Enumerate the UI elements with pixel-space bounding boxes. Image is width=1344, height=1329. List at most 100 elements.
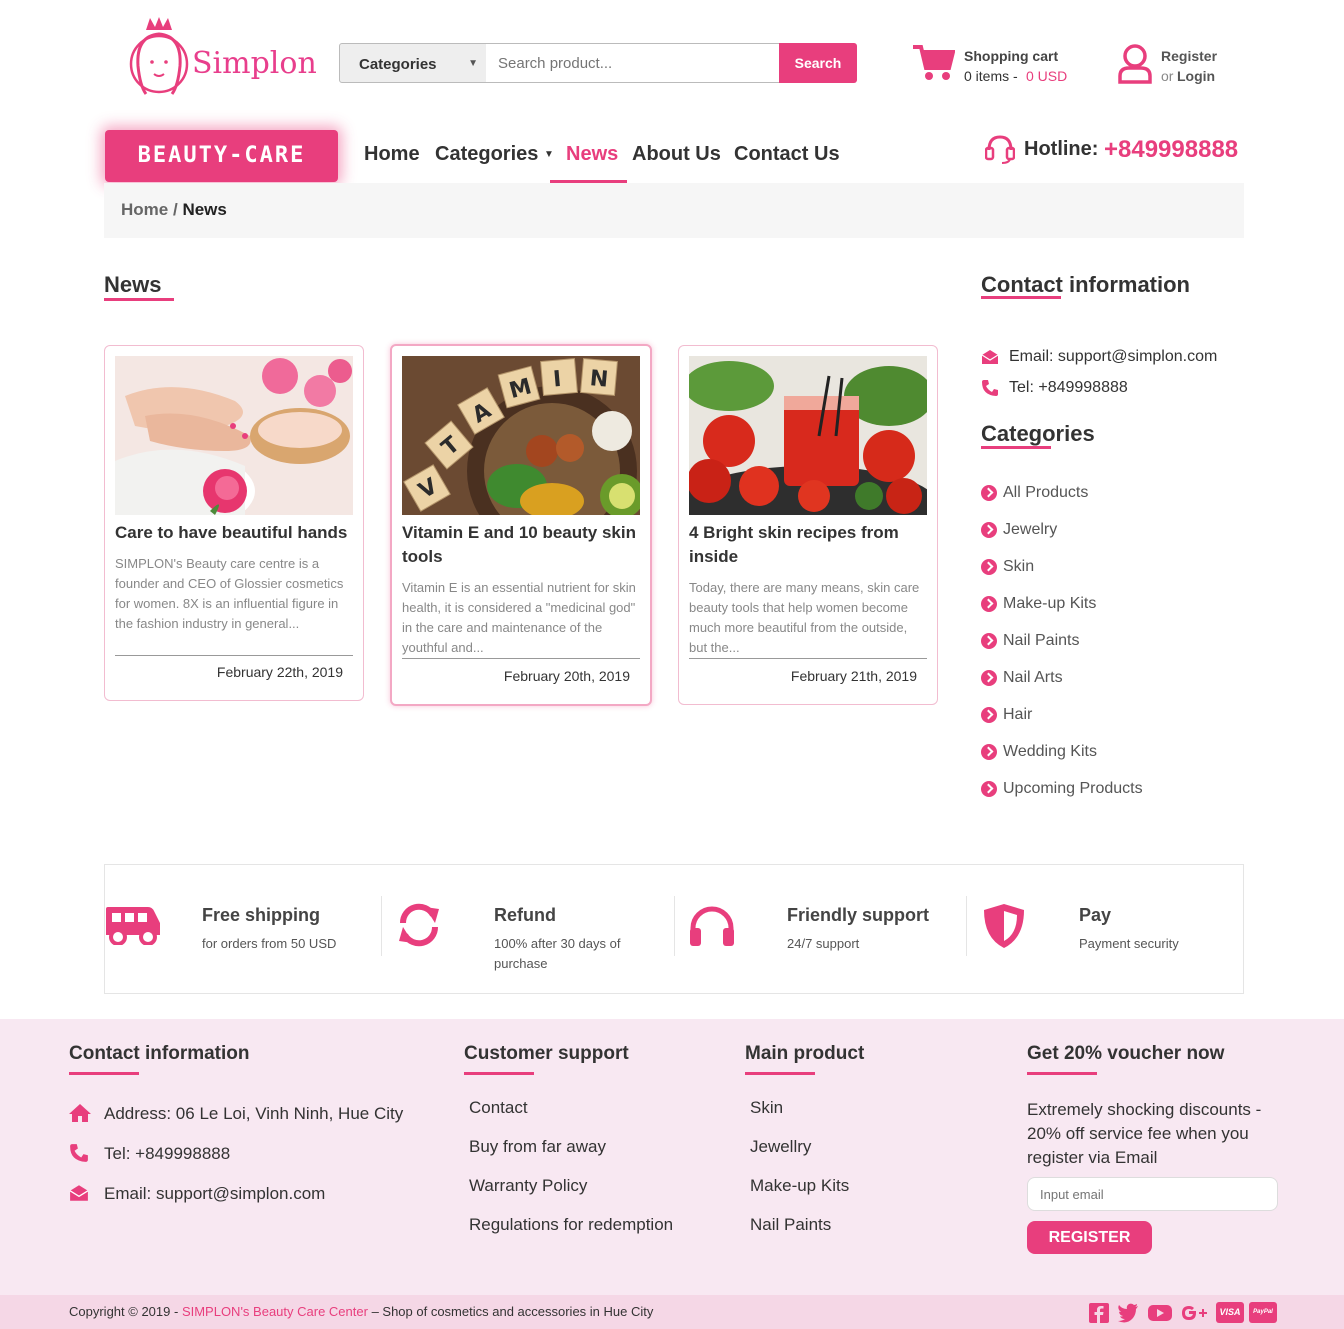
voucher-email-input[interactable] (1027, 1177, 1278, 1211)
shopping-cart[interactable]: Shopping cart 0 items - 0 USD (913, 44, 1083, 88)
search-button[interactable]: Search (779, 43, 857, 83)
youtube-icon[interactable] (1147, 1303, 1173, 1323)
footer-voucher-title: Get 20% voucher now (1027, 1043, 1225, 1064)
sidebar-category-item[interactable]: Wedding Kits (981, 743, 1097, 761)
footer-support-link[interactable]: Regulations for redemption (469, 1215, 673, 1235)
chevron-right-icon (981, 670, 997, 686)
footer-product-link[interactable]: Jewellry (750, 1137, 811, 1157)
sidebar-category-item[interactable]: Jewelry (981, 521, 1057, 539)
feature-subtitle: 100% after 30 days of purchase (494, 936, 621, 971)
news-card-date: February 21th, 2019 (790, 668, 917, 684)
news-card-date: February 22th, 2019 (216, 664, 343, 680)
nav-about[interactable]: About Us (632, 143, 721, 166)
sidebar-category-item[interactable]: Hair (981, 706, 1032, 724)
chevron-down-icon: ▼ (468, 58, 478, 69)
sidebar-category-label: All Products (1003, 484, 1089, 501)
cart-icon (913, 45, 955, 80)
news-image-hands[interactable] (115, 356, 353, 515)
chevron-right-icon (981, 522, 997, 538)
nav-contact[interactable]: Contact Us (734, 143, 840, 166)
footer-support-title: Customer support (464, 1043, 629, 1064)
footer-tel[interactable]: Tel: +849998888 (104, 1144, 230, 1164)
sidebar-category-label: Nail Paints (1003, 632, 1080, 649)
footer-product-link[interactable]: Make-up Kits (750, 1176, 849, 1196)
news-card[interactable]: 4 Bright skin recipes from inside Today,… (678, 345, 938, 705)
caret-down-icon: ▼ (543, 149, 554, 161)
logo[interactable]: Simplon (128, 16, 317, 98)
sidebar-category-item[interactable]: Make-up Kits (981, 595, 1096, 613)
sidebar-email-text: Email: support@simplon.com (1009, 348, 1218, 365)
cart-title: Shopping cart (964, 48, 1059, 64)
sidebar-category-item[interactable]: Skin (981, 558, 1034, 576)
paypal-label: PayPal (1253, 1309, 1273, 1315)
footer-support-link[interactable]: Buy from far away (469, 1137, 606, 1157)
register-button[interactable]: REGISTER (1027, 1221, 1152, 1254)
nav-news[interactable]: News (566, 143, 618, 166)
refresh-icon (399, 903, 439, 947)
news-card[interactable]: V T A M I N Vitamin E and 10 beauty skin… (390, 344, 652, 706)
sidebar-contact-underline (981, 296, 1061, 299)
feature-subtitle: for orders from 50 USD (202, 936, 337, 951)
news-card-excerpt: Vitamin E is an essential nutrient for s… (402, 580, 636, 655)
footer-contact-underline (69, 1072, 139, 1075)
footer-support-link[interactable]: Contact (469, 1098, 528, 1118)
news-card-divider (689, 658, 927, 659)
register-link[interactable]: Register (1161, 48, 1217, 64)
news-card[interactable]: Care to have beautiful hands SIMPLON's B… (104, 345, 364, 701)
news-image-vitamin[interactable]: V T A M I N (402, 356, 640, 515)
news-card-title[interactable]: Vitamin E and 10 beauty skin tools (402, 521, 640, 569)
feature-divider (966, 896, 967, 956)
hotline-label: Hotline: (1024, 138, 1099, 160)
visa-icon: VISA (1216, 1302, 1244, 1323)
feature-title: Pay (1079, 905, 1112, 925)
phone-icon (982, 380, 998, 396)
sidebar-category-label: Upcoming Products (1003, 780, 1143, 797)
footer-product-link[interactable]: Nail Paints (750, 1215, 831, 1235)
nav-home[interactable]: Home (364, 143, 420, 166)
copyright-bar: Copyright © 2019 - SIMPLON's Beauty Care… (0, 1295, 1344, 1329)
search-input[interactable] (486, 43, 780, 83)
news-card-date: February 20th, 2019 (503, 668, 630, 684)
breadcrumb-sep: / (172, 200, 178, 219)
facebook-icon[interactable] (1089, 1303, 1109, 1323)
sidebar-category-label: Hair (1003, 706, 1033, 723)
sidebar-category-item[interactable]: Nail Paints (981, 632, 1079, 650)
breadcrumb-home[interactable]: Home (121, 200, 168, 219)
copyright-suffix: – Shop of cosmetics and accessories in H… (371, 1304, 654, 1319)
feature-subtitle: 24/7 support (787, 936, 860, 951)
breadcrumb-current: News (182, 200, 227, 219)
chevron-right-icon (981, 559, 997, 575)
footer-product-link[interactable]: Skin (750, 1098, 783, 1118)
sidebar-category-item[interactable]: Nail Arts (981, 669, 1063, 687)
footer-voucher-underline (1027, 1072, 1097, 1075)
news-card-title[interactable]: Care to have beautiful hands (115, 521, 353, 545)
chevron-right-icon (981, 707, 997, 723)
sidebar-tel-text: Tel: +849998888 (1009, 379, 1128, 396)
feature-title: Friendly support (787, 905, 930, 925)
visa-label: VISA (1219, 1307, 1241, 1317)
sidebar-category-label: Jewelry (1003, 521, 1058, 538)
login-link[interactable]: Login (1177, 68, 1215, 84)
shield-icon (984, 904, 1024, 948)
news-image-tomato[interactable] (689, 356, 927, 515)
copyright-brand[interactable]: SIMPLON's Beauty Care Center (182, 1304, 368, 1319)
hotline[interactable]: Hotline: +849998888 (985, 134, 1245, 166)
footer-support-link[interactable]: Warranty Policy (469, 1176, 587, 1196)
queen-logo-icon (129, 17, 189, 95)
news-title: News (104, 272, 162, 297)
categories-select[interactable]: Categories ▼ (339, 43, 487, 83)
sidebar-category-item[interactable]: All Products (981, 484, 1088, 502)
beauty-care-badge[interactable]: BEAUTY-CARE (105, 130, 338, 182)
chevron-right-icon (981, 596, 997, 612)
sidebar-category-label: Make-up Kits (1003, 595, 1097, 612)
sidebar-category-item[interactable]: Upcoming Products (981, 780, 1143, 798)
twitter-icon[interactable] (1117, 1303, 1139, 1323)
news-card-divider (402, 658, 640, 659)
chevron-right-icon (981, 633, 997, 649)
google-plus-icon[interactable] (1180, 1303, 1210, 1323)
phone-icon (70, 1144, 88, 1162)
chevron-right-icon (981, 744, 997, 760)
footer-email[interactable]: Email: support@simplon.com (104, 1184, 325, 1204)
news-card-title[interactable]: 4 Bright skin recipes from inside (689, 521, 927, 569)
nav-categories[interactable]: Categories ▼ (435, 143, 554, 166)
